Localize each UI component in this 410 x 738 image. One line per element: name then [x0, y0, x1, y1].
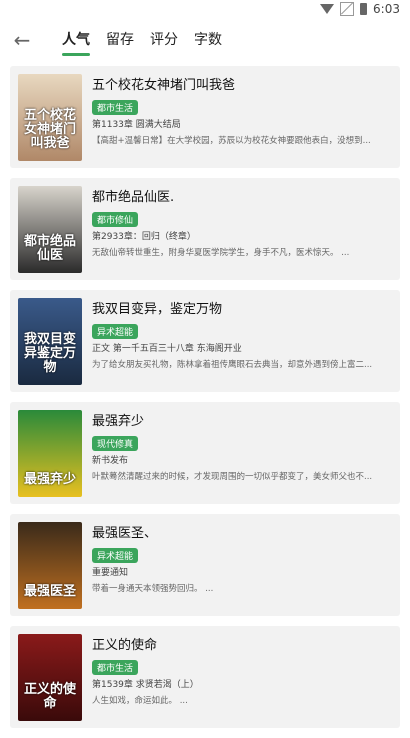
book-description: 人生如戏，命运如此。 ... [92, 696, 188, 706]
cover-title: 最强弃少 [23, 472, 76, 487]
book-description: 【高甜+温馨日常】在大学校园，苏辰以为校花女神要跟他表白，没想到... [92, 136, 371, 146]
book-list: 五个校花女神堵门叫我爸 五个校花女神堵门叫我爸 都市生活 第1133章 圆满大结局 【高… [10, 66, 400, 738]
book-title: 最强医圣、 [92, 526, 158, 541]
status-bar: 6:03 [0, 0, 410, 20]
battery-icon [360, 3, 368, 15]
tab-2[interactable]: 评分 [150, 29, 178, 56]
genre-badge: 都市生活 [92, 660, 139, 675]
latest-chapter: 重要通知 [92, 568, 129, 578]
genre-badge: 异术超能 [92, 548, 139, 563]
tab-3[interactable]: 字数 [194, 29, 222, 56]
cover-title: 最强医圣 [23, 584, 76, 599]
latest-chapter: 新书发布 [92, 456, 129, 466]
genre-badge: 现代修真 [92, 436, 139, 451]
latest-chapter: 正文 第一千五百三十八章 东海阁开业 [92, 344, 242, 354]
book-card[interactable]: 都市绝品仙医 都市绝品仙医. 都市修仙第2933章：回归（终章） 无敌仙帝转世重生，附… [10, 178, 400, 280]
book-cover: 五个校花女神堵门叫我爸 [18, 74, 82, 161]
top-bar: ← 人气 留存 评分 字数 [0, 20, 410, 64]
book-card[interactable]: 五个校花女神堵门叫我爸 五个校花女神堵门叫我爸 都市生活 第1133章 圆满大结局 【高… [10, 66, 400, 168]
cover-title: 五个校花女神堵门叫我爸 [23, 108, 76, 151]
status-icons: 6:03 [320, 2, 400, 16]
tab-bar: 人气 留存 评分 字数 [62, 29, 222, 56]
wifi-icon [320, 4, 335, 14]
cover-title: 我双目变异鉴定万物 [23, 332, 76, 375]
tab-0[interactable]: 人气 [62, 29, 90, 56]
arrow-left-icon[interactable]: ← [10, 28, 34, 52]
book-title: 正义的使命 [92, 638, 158, 653]
genre-badge: 异术超能 [92, 324, 139, 339]
book-title: 最强弃少 [92, 414, 145, 429]
book-cover: 我双目变异鉴定万物 [18, 298, 82, 385]
latest-chapter: 第1133章 圆满大结局 [92, 120, 181, 130]
book-description: 带着一身通天本领强势回归。 ... [92, 584, 214, 594]
book-description: 为了给女朋友买礼物，陈林拿着祖传鹰眼石去典当，却意外遇到傍上富二... [92, 360, 373, 370]
book-card[interactable]: 正义的使命 正义的使命 都市生活 第1539章 求贤若渴（上） 人生如戏，命运如此。 .… [10, 626, 400, 728]
book-title: 我双目变异，鉴定万物 [92, 302, 223, 317]
book-cover: 正义的使命 [18, 634, 82, 721]
book-card[interactable]: 我双目变异鉴定万物 我双目变异，鉴定万物 异术超能正文 第一千五百三十八章 东海阁开… [10, 290, 400, 392]
book-cover: 都市绝品仙医 [18, 186, 82, 273]
book-cover: 最强医圣 [18, 522, 82, 609]
latest-chapter: 第1539章 求贤若渴（上） [92, 680, 199, 690]
latest-chapter: 第2933章：回归（终章） [92, 232, 196, 242]
genre-badge: 都市生活 [92, 100, 139, 115]
no-signal-icon [340, 2, 355, 16]
book-title: 五个校花女神堵门叫我爸 [92, 78, 236, 93]
status-time: 6:03 [373, 2, 400, 16]
book-title: 都市绝品仙医. [92, 190, 175, 205]
book-cover: 最强弃少 [18, 410, 82, 497]
cover-title: 正义的使命 [23, 682, 76, 711]
tab-1[interactable]: 留存 [106, 29, 134, 56]
genre-badge: 都市修仙 [92, 212, 139, 227]
book-description: 叶默蓦然清醒过来的时候，才发现周围的一切似乎都变了，美女师父也不... [92, 472, 373, 482]
book-description: 无敌仙帝转世重生，附身华夏医学院学生，身手不凡，医术惊天。 ... [92, 248, 350, 258]
book-card[interactable]: 最强医圣 最强医圣、异术超能重要通知带着一身通天本领强势回归。 ... [10, 514, 400, 616]
cover-title: 都市绝品仙医 [23, 234, 76, 263]
book-card[interactable]: 最强弃少 最强弃少 现代修真 新书发布 叶默蓦然清醒过来的时候，才发现周围的一切似乎都变… [10, 402, 400, 504]
